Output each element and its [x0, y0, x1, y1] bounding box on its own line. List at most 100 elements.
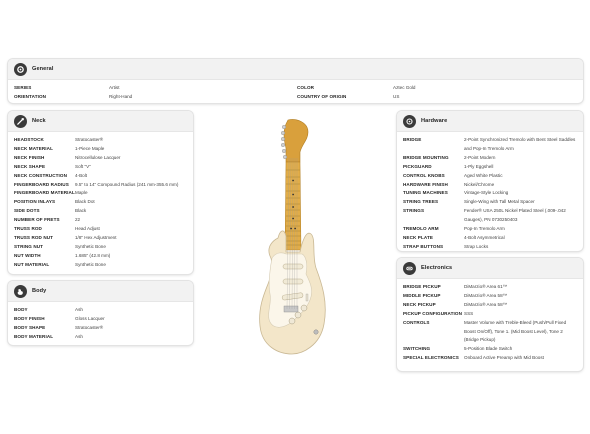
spec-key: STRING TREES [403, 199, 439, 205]
spec-value: Artist [109, 85, 120, 90]
spec-key: NECK FINISH [14, 154, 45, 160]
spec-row: STRAP BUTTONS Strap Locks [403, 243, 583, 251]
hardware-spec-card: Hardware BRIDGE 2-Point Synchronized Trem… [397, 111, 583, 251]
neck-card-title: Neck [32, 118, 46, 124]
spec-value: DiMarzio® Area 58™ [464, 301, 508, 307]
spec-row: NECK MATERIAL 1-Piece Maple [14, 145, 193, 154]
spec-key: TRUSS ROD NUT [14, 234, 54, 240]
spec-row: BODY FINISH Gloss Lacquer [14, 315, 193, 324]
spec-row: HEADSTOCK Stratocaster® [14, 136, 193, 145]
spec-row: FINGERBOARD RADIUS 9.5" to 14" Compound R… [14, 181, 193, 190]
spec-value: Synthetic Bone [75, 243, 106, 249]
spec-key: BODY SHAPE [14, 324, 46, 330]
hardware-spec-list: BRIDGE 2-Point Synchronized Tremolo with … [397, 132, 583, 251]
spec-row: NECK CONSTRUCTION 4-Bolt [14, 172, 193, 181]
spec-row: NECK PICKUP DiMarzio® Area 58™ [403, 301, 583, 310]
spec-row: NUT MATERIAL Synthetic Bone [14, 261, 193, 270]
spec-key: TREMOLO ARM [403, 226, 439, 232]
guitar-body-icon [14, 284, 27, 298]
spec-key: BRIDGE MOUNTING [403, 154, 449, 160]
spec-value: Onboard Active Preamp with Mid Boost [464, 355, 544, 361]
general-spec-card: General SERIES Artist COLOR Aztec Gold O… [8, 59, 583, 103]
spec-key: HEADSTOCK [14, 137, 44, 142]
spec-key: STRING NUT [14, 243, 44, 249]
spec-key: STRINGS [403, 208, 425, 214]
spec-row: CONTROLS Master Volume with Treble-Bleed … [403, 319, 583, 346]
spec-row: SERIES Artist COLOR Aztec Gold [14, 84, 583, 93]
neck-icon [14, 114, 27, 128]
spec-key: NECK MATERIAL [14, 145, 53, 151]
spec-row: TRUSS ROD NUT 1/8" Hex Adjustment [14, 234, 193, 243]
spec-row: PICKUP CONFIGURATION SSS [403, 310, 583, 319]
spec-value: Strap Locks [464, 243, 489, 249]
spec-key: HARDWARE FINISH [403, 181, 448, 187]
spec-key: PICKUP CONFIGURATION [403, 310, 462, 316]
spec-key: NUT MATERIAL [14, 261, 50, 267]
spec-key: CONTROL KNOBS [403, 172, 445, 178]
spec-value: Synthetic Bone [75, 261, 106, 267]
spec-value: 4-Bolt Asymmetrical [464, 234, 505, 240]
spec-key: BRIDGE PICKUP [403, 284, 441, 289]
spec-row: STRING NUT Synthetic Bone [14, 243, 193, 252]
spec-value: Ash [75, 333, 83, 339]
spec-value: 1.685" (42.8 mm) [75, 252, 111, 258]
spec-value: Soft "V" [75, 163, 91, 169]
spec-key: BODY MATERIAL [14, 333, 54, 339]
gear-icon [14, 62, 27, 76]
spec-key: SWITCHING [403, 346, 431, 352]
spec-row: MIDDLE PICKUP DiMarzio® Area 58™ [403, 292, 583, 301]
spec-value: 22 [75, 217, 81, 223]
general-card-header: General [8, 59, 583, 80]
spec-value: 2-Point Synchronized Tremolo with Bent S… [464, 137, 576, 151]
spec-row: ORIENTATION Right-Hand COUNTRY OF ORIGIN… [14, 93, 583, 102]
spec-key: COUNTRY OF ORIGIN [297, 93, 347, 99]
guitar-image [259, 119, 326, 355]
spec-row: BRIDGE MOUNTING 2-Point Modern [403, 154, 583, 163]
spec-value: Fender® USA 250L Nickel Plated Steel (.0… [464, 208, 566, 223]
spec-value: 4-Bolt [75, 172, 88, 178]
spec-value: Ash [75, 307, 83, 312]
spec-value: Black [75, 208, 87, 214]
spec-row: HARDWARE FINISH Nickel/Chrome [403, 181, 583, 190]
spec-key: CONTROLS [403, 319, 430, 325]
spec-key: POSITION INLAYS [14, 199, 56, 205]
spec-key: FINGERBOARD MATERIAL [14, 190, 75, 196]
spec-key: ORIENTATION [14, 93, 47, 99]
electronics-card-title: Electronics [421, 265, 453, 271]
spec-row: NECK FINISH Nitrocellulose Lacquer [14, 154, 193, 163]
spec-value: Vintage-Style Locking [464, 190, 509, 196]
electronics-spec-list: BRIDGE PICKUP DiMarzio® Area 61™ MIDDLE P… [397, 279, 583, 363]
spec-key: FINGERBOARD RADIUS [14, 181, 69, 187]
spec-row: TUNING MACHINES Vintage-Style Locking [403, 189, 583, 198]
spec-row: SIDE DOTS Black [14, 207, 193, 216]
spec-value: Nitrocellulose Lacquer [75, 154, 121, 160]
spec-row: SPECIAL ELECTRONICS Onboard Active Preamp… [403, 354, 583, 363]
spec-row: BODY Ash [14, 306, 193, 315]
hardware-card-header: Hardware [397, 111, 583, 132]
body-card-title: Body [32, 288, 47, 294]
spec-key: SIDE DOTS [14, 208, 40, 214]
spec-row: TREMOLO ARM Pop-In Tremolo Arm [403, 225, 583, 234]
spec-row: PICKGUARD 1-Ply Eggshell [403, 163, 583, 172]
spec-value: Head Adjust [75, 226, 100, 232]
spec-value: Maple [75, 190, 88, 196]
spec-key: STRAP BUTTONS [403, 243, 444, 249]
spec-value: Black Dot [75, 199, 95, 205]
spec-row: POSITION INLAYS Black Dot [14, 198, 193, 207]
spec-value: Stratocaster® [75, 324, 104, 330]
spec-row: NECK PLATE 4-Bolt Asymmetrical [403, 234, 583, 243]
spec-value: Gloss Lacquer [75, 315, 105, 321]
spec-row: BRIDGE PICKUP DiMarzio® Area 61™ [403, 283, 583, 292]
spec-value: Master Volume with Treble-Bleed (Push/Pu… [464, 319, 567, 343]
pickup-icon [403, 261, 416, 275]
spec-key: SPECIAL ELECTRONICS [403, 355, 459, 361]
spec-value: 1-Ply Eggshell [464, 163, 494, 169]
spec-value: DiMarzio® Area 58™ [464, 292, 508, 298]
body-spec-card: Body BODY Ash BODY FINISH Gloss Lacquer BO… [8, 281, 193, 345]
spec-value: 5-Position Blade Switch [464, 346, 513, 352]
spec-key: BODY FINISH [14, 315, 45, 321]
spec-row: BODY SHAPE Stratocaster® [14, 324, 193, 333]
spec-key: PICKGUARD [403, 163, 432, 169]
spec-row: NUT WIDTH 1.685" (42.8 mm) [14, 252, 193, 261]
general-card-title: General [32, 66, 54, 72]
